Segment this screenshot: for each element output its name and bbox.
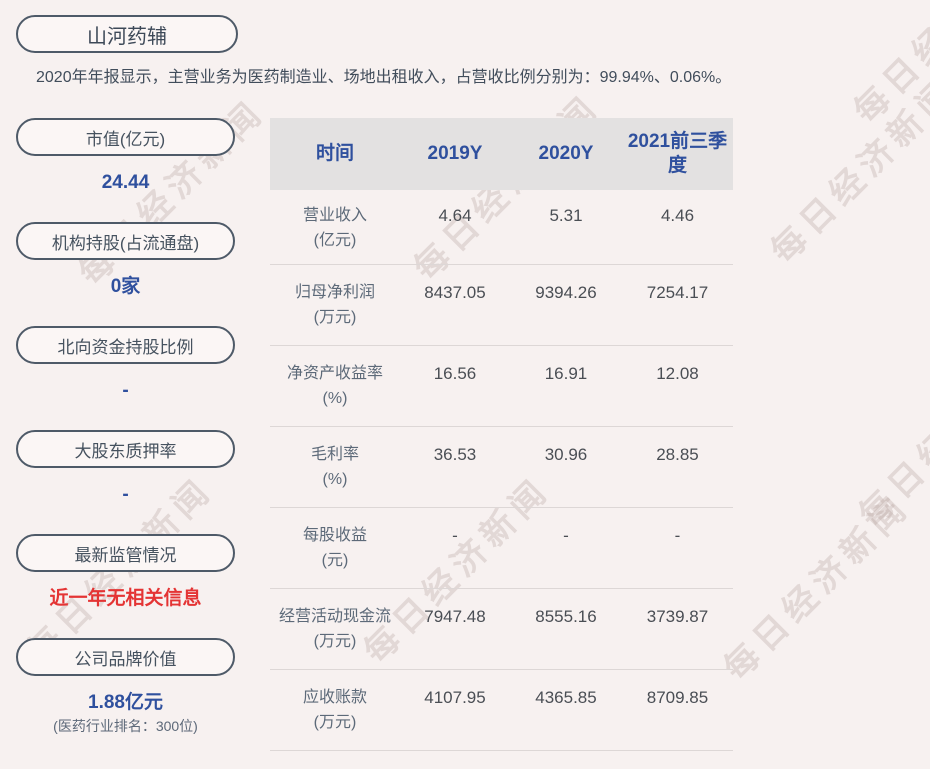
row-label: 应收账款	[270, 685, 400, 710]
table-header-row: 时间 2019Y 2020Y 2021前三季度	[270, 118, 733, 190]
table-body: 营业收入(亿元)4.645.314.46归母净利润(万元)8437.059394…	[270, 190, 733, 751]
table-row: 经营活动现金流(万元)7947.488555.163739.87	[270, 589, 733, 670]
metric-value: -	[16, 483, 235, 507]
metric-item: 市值(亿元) 24.44	[16, 118, 235, 222]
metric-item: 北向资金持股比例 -	[16, 326, 235, 430]
metric-label: 机构持股(占流通盘)	[52, 229, 199, 254]
row-unit: (万元)	[270, 305, 400, 330]
column-header: 2021前三季度	[622, 130, 733, 178]
metric-value: 近一年无相关信息	[16, 587, 235, 611]
metric-item: 最新监管情况近一年无相关信息	[16, 534, 235, 638]
row-unit: (亿元)	[270, 228, 400, 253]
metric-value: -	[16, 379, 235, 403]
row-label-cell: 每股收益(元)	[270, 523, 400, 588]
row-label: 每股收益	[270, 523, 400, 548]
row-value: 16.56	[400, 361, 510, 426]
watermark-text: 每日经济新闻	[711, 481, 920, 690]
column-header: 时间	[270, 142, 400, 166]
row-unit: (万元)	[270, 629, 400, 654]
column-header-label: 时间	[316, 142, 354, 166]
column-header: 2019Y	[400, 142, 510, 166]
row-value: 36.53	[400, 442, 510, 507]
row-label-cell: 营业收入(亿元)	[270, 203, 400, 264]
row-label-cell: 归母净利润(万元)	[270, 280, 400, 345]
row-value: 7254.17	[622, 280, 733, 345]
row-value: 28.85	[622, 442, 733, 507]
row-value: 16.91	[510, 361, 622, 426]
table-row: 归母净利润(万元)8437.059394.267254.17	[270, 265, 733, 346]
row-unit: (万元)	[270, 710, 400, 735]
metric-label: 公司品牌价值	[75, 645, 177, 670]
row-value: 8555.16	[510, 604, 622, 669]
metric-label-pill: 公司品牌价值	[16, 638, 235, 676]
metric-label: 市值(亿元)	[86, 125, 165, 150]
row-value: 4.64	[400, 203, 510, 264]
table-row: 每股收益(元)---	[270, 508, 733, 589]
metric-label-pill: 最新监管情况	[16, 534, 235, 572]
business-summary-text: 2020年年报显示，主营业务为医药制造业、场地出租收入，占营收比例分别为：99.…	[36, 63, 918, 87]
financial-table: 时间 2019Y 2020Y 2021前三季度 营业收入(亿元)4.645.314.4…	[270, 118, 733, 751]
table-row: 毛利率(%)36.5330.9628.85	[270, 427, 733, 508]
row-label: 经营活动现金流	[270, 604, 400, 629]
column-header-label: 2020Y	[539, 142, 594, 166]
column-header-label: 2021前三季度	[628, 130, 728, 178]
metric-value: 1.88亿元	[16, 691, 235, 715]
column-header: 2020Y	[510, 142, 622, 166]
row-value: 4365.85	[510, 685, 622, 750]
row-value: -	[510, 523, 622, 588]
row-label: 毛利率	[270, 442, 400, 467]
watermark-text: 每日经济新闻	[758, 64, 930, 273]
metric-label: 北向资金持股比例	[58, 333, 194, 358]
row-value: 30.96	[510, 442, 622, 507]
row-value: 12.08	[622, 361, 733, 426]
metrics-sidebar: 市值(亿元) 24.44 机构持股(占流通盘) 0家北向资金持股比例 - 大股东质押率 - 最…	[16, 118, 235, 742]
row-value: 3739.87	[622, 604, 733, 669]
row-value: -	[400, 523, 510, 588]
table-row: 应收账款(万元)4107.954365.858709.85	[270, 670, 733, 751]
column-header-label: 2019Y	[428, 142, 483, 166]
metric-item: 公司品牌价值 1.88亿元(医药行业排名：300位)	[16, 638, 235, 742]
row-label-cell: 毛利率(%)	[270, 442, 400, 507]
metric-label-pill: 机构持股(占流通盘)	[16, 222, 235, 260]
row-label: 净资产收益率	[270, 361, 400, 386]
metric-value: 24.44	[16, 171, 235, 195]
row-unit: (%)	[270, 467, 400, 492]
financial-infographic-card: 每日经济新闻每日经济新闻每日经济新闻每日经济新闻每日经济新闻每日经济新闻每日经济…	[0, 0, 930, 769]
row-value: 8437.05	[400, 280, 510, 345]
row-value: 4107.95	[400, 685, 510, 750]
company-name-pill: 山河药辅	[16, 15, 238, 53]
row-unit: (%)	[270, 386, 400, 411]
row-label: 营业收入	[270, 203, 400, 228]
row-value: 7947.48	[400, 604, 510, 669]
row-value: 8709.85	[622, 685, 733, 750]
metric-item: 机构持股(占流通盘) 0家	[16, 222, 235, 326]
metric-label-pill: 北向资金持股比例	[16, 326, 235, 364]
metric-subtext: (医药行业排名：300位)	[16, 716, 235, 736]
metric-label: 大股东质押率	[75, 437, 177, 462]
metric-value: 0家	[16, 275, 235, 299]
row-value: 9394.26	[510, 280, 622, 345]
watermark-text: 每日经济新闻	[846, 328, 930, 537]
row-value: 4.46	[622, 203, 733, 264]
table-row: 营业收入(亿元)4.645.314.46	[270, 190, 733, 265]
metric-item: 大股东质押率 -	[16, 430, 235, 534]
row-label: 归母净利润	[270, 280, 400, 305]
metric-label: 最新监管情况	[75, 541, 177, 566]
row-label-cell: 应收账款(万元)	[270, 685, 400, 750]
row-label-cell: 经营活动现金流(万元)	[270, 604, 400, 669]
row-label-cell: 净资产收益率(%)	[270, 361, 400, 426]
row-value: -	[622, 523, 733, 588]
table-row: 净资产收益率(%)16.5616.9112.08	[270, 346, 733, 427]
row-value: 5.31	[510, 203, 622, 264]
row-unit: (元)	[270, 548, 400, 573]
metric-label-pill: 大股东质押率	[16, 430, 235, 468]
company-name: 山河药辅	[87, 20, 167, 49]
metric-label-pill: 市值(亿元)	[16, 118, 235, 156]
